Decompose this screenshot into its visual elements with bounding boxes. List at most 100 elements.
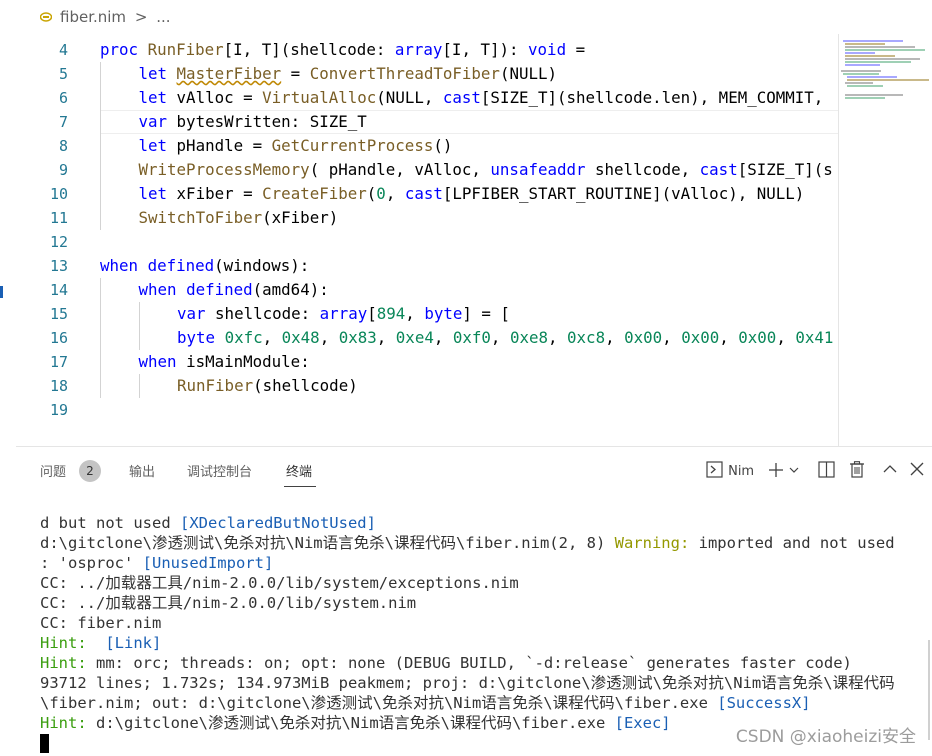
code-token: [SIZE_T](shellcode.len), MEM_COMMIT, xyxy=(480,88,824,107)
terminal-scrollbar[interactable] xyxy=(928,640,930,740)
code-line[interactable]: 11 SwitchToFiber(xFiber) xyxy=(16,206,838,230)
code-line[interactable]: 9 WriteProcessMemory( pHandle, vAlloc, un… xyxy=(16,158,838,182)
line-number: 17 xyxy=(49,353,68,371)
terminal-text: d:\gitclone\渗透测试\免杀对抗\Nim语言免杀\课程代码\fiber… xyxy=(40,534,615,552)
minimap-line xyxy=(841,70,881,72)
code-line[interactable]: 4 proc RunFiber[I, T](shellcode: array[I,… xyxy=(16,38,838,62)
nim-file-icon xyxy=(40,12,52,22)
code-line[interactable]: 7 var bytesWritten: SIZE_T xyxy=(16,110,838,134)
terminal-cursor xyxy=(40,734,49,753)
code-token: cast xyxy=(442,88,481,107)
terminal-line: CC: ../加载器工具/nim-2.0.0/lib/system.nim xyxy=(40,593,416,613)
code-token: , xyxy=(376,328,396,347)
code-token: , xyxy=(490,328,510,347)
code-line[interactable]: 14 when defined(amd64): xyxy=(16,278,838,302)
code-token: 894 xyxy=(376,304,406,323)
code-token: [I, T](shellcode: xyxy=(223,40,395,59)
code-token: 0x00 xyxy=(738,328,777,347)
code-text: let xFiber = CreateFiber(0, cast[LPFIBER… xyxy=(139,182,805,206)
breadcrumb-file[interactable]: fiber.nim xyxy=(60,8,126,26)
tab-debug-console[interactable]: 调试控制台 xyxy=(187,461,252,480)
code-line[interactable]: 8 let pHandle = GetCurrentProcess() xyxy=(16,134,838,158)
breadcrumb-more[interactable]: ... xyxy=(156,8,170,26)
terminal-text: Hint: xyxy=(40,654,87,672)
terminal-text: d:\gitclone\渗透测试\免杀对抗\Nim语言免杀\课程代码\fiber… xyxy=(86,714,615,732)
code-token: MasterFiber xyxy=(176,64,282,83)
code-line[interactable]: 12 xyxy=(16,230,838,254)
code-token: , xyxy=(262,328,282,347)
code-token: xFiber = xyxy=(176,184,263,203)
terminal-selector[interactable]: Nim xyxy=(706,460,754,479)
terminal-line: Hint: [Link] xyxy=(40,633,161,653)
code-token: , xyxy=(605,328,625,347)
code-line[interactable]: 6 let vAlloc = VirtualAlloc(NULL, cast[SI… xyxy=(16,86,838,110)
code-token: shellcode, xyxy=(585,160,700,179)
minimap-line xyxy=(845,52,875,54)
tab-problems[interactable]: 问题 xyxy=(40,461,66,480)
code-token: when xyxy=(138,352,187,371)
minimap-line xyxy=(847,76,897,78)
code-line[interactable]: 17 when isMainModule: xyxy=(16,350,838,374)
terminal-name: Nim xyxy=(728,464,755,479)
code-text: RunFiber(shellcode) xyxy=(177,374,358,398)
code-token: 0xc8 xyxy=(567,328,606,347)
code-token: [I, T]): xyxy=(442,40,529,59)
code-token: isMainModule: xyxy=(186,352,310,371)
code-token: when xyxy=(138,280,187,299)
code-token: , xyxy=(662,328,682,347)
code-token: 0x00 xyxy=(681,328,720,347)
line-number: 5 xyxy=(58,65,68,83)
terminal-text: [Link] xyxy=(105,634,162,652)
indent-guide xyxy=(138,302,140,350)
close-icon[interactable] xyxy=(910,462,924,476)
code-line[interactable]: 5 let MasterFiber = ConvertThreadToFiber(… xyxy=(16,62,838,86)
code-editor[interactable]: 4 proc RunFiber[I, T](shellcode: array[I,… xyxy=(16,34,838,446)
code-token: 0xe4 xyxy=(395,328,434,347)
code-line[interactable]: 13 when defined(windows): xyxy=(16,254,838,278)
line-number: 19 xyxy=(49,401,68,419)
minimap[interactable] xyxy=(838,34,932,446)
code-token: GetCurrentProcess xyxy=(271,136,434,155)
code-token: array xyxy=(319,304,368,323)
terminal-line: Hint: mm: orc; threads: on; opt: none (D… xyxy=(40,653,852,673)
plus-icon[interactable] xyxy=(768,462,784,478)
tab-output[interactable]: 输出 xyxy=(129,461,155,480)
code-text: var bytesWritten: SIZE_T xyxy=(139,110,367,134)
code-token: var xyxy=(177,304,216,323)
terminal-text: CC: fiber.nim xyxy=(40,614,162,632)
trash-icon[interactable] xyxy=(849,461,865,478)
code-token: let xyxy=(138,88,177,107)
code-text: let pHandle = GetCurrentProcess() xyxy=(139,134,453,158)
terminal-text: CC: ../加载器工具/nim-2.0.0/lib/system.nim xyxy=(40,594,417,612)
terminal-text: \fiber.nim; out: d:\gitclone\渗透测试\免杀对抗\N… xyxy=(40,694,718,712)
code-token: defined xyxy=(186,280,253,299)
code-token: proc xyxy=(100,40,148,59)
code-token: 0x48 xyxy=(281,328,320,347)
code-token: vAlloc = xyxy=(176,88,263,107)
minimap-line xyxy=(845,61,911,63)
code-token: (xFiber) xyxy=(262,208,339,227)
minimap-line xyxy=(843,40,903,42)
tab-terminal[interactable]: 终端 xyxy=(286,461,312,480)
line-number: 12 xyxy=(49,233,68,251)
code-token: unsafeaddr xyxy=(490,160,586,179)
code-token: (NULL) xyxy=(499,64,558,83)
code-line[interactable]: 19 xyxy=(16,398,838,422)
line-number: 7 xyxy=(58,113,68,131)
terminal-text: : 'osproc' xyxy=(40,554,143,572)
split-icon[interactable] xyxy=(818,461,835,478)
breadcrumb-path[interactable]: fiber.nim > ... xyxy=(60,8,171,26)
terminal-icon xyxy=(706,461,723,478)
minimap-line xyxy=(845,43,885,45)
code-token: SwitchToFiber xyxy=(138,208,263,227)
code-token: [ xyxy=(367,304,377,323)
chevron-down-icon[interactable] xyxy=(789,466,799,474)
code-line[interactable]: 10 let xFiber = CreateFiber(0, cast[LPFIB… xyxy=(16,182,838,206)
code-token: ( pHandle, vAlloc, xyxy=(309,160,491,179)
terminal-text: [XDeclaredButNotUsed] xyxy=(179,514,376,532)
chevron-up-icon[interactable] xyxy=(883,464,897,474)
terminal-line: d:\gitclone\渗透测试\免杀对抗\Nim语言免杀\课程代码\fiber… xyxy=(40,533,895,553)
minimap-line xyxy=(845,64,880,66)
code-token: RunFiber xyxy=(177,376,254,395)
line-number: 18 xyxy=(49,377,68,395)
